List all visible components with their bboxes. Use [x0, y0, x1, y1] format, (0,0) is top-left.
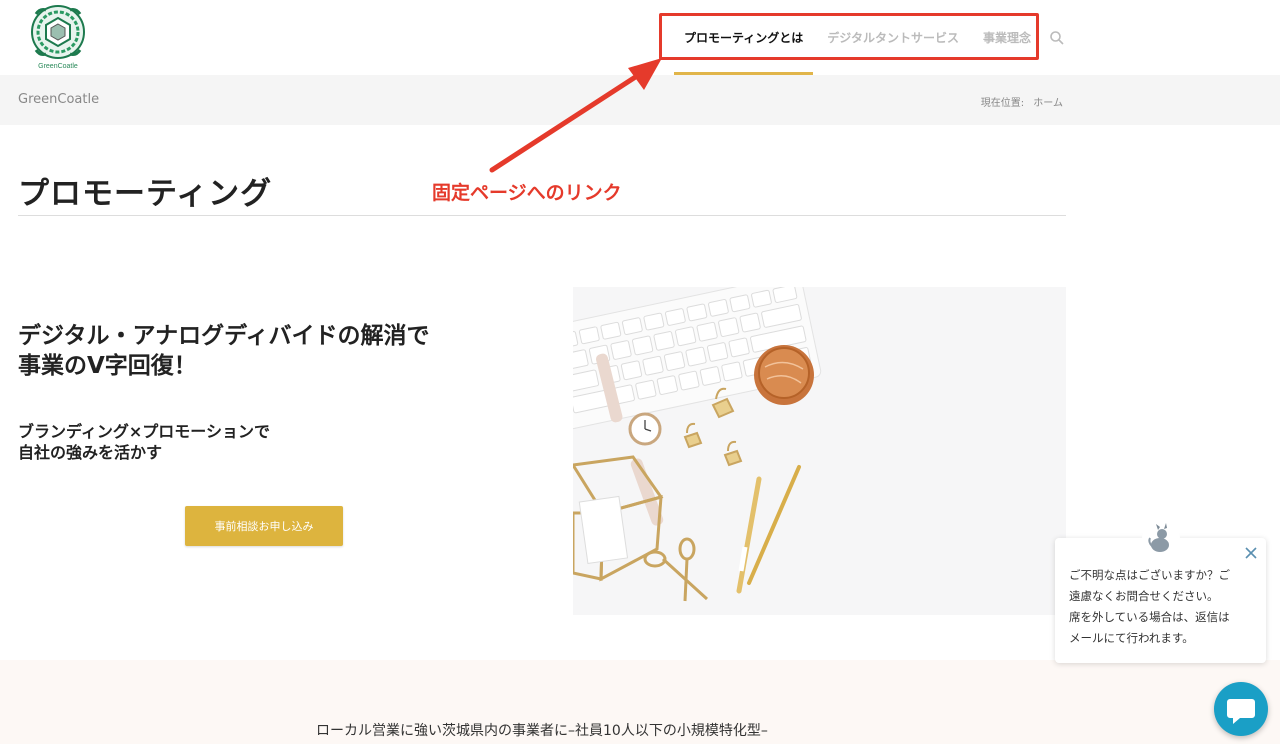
chat-message: ご不明な点はございますか？ご 遠慮なくお問合せください。 席を外している場合は、…	[1069, 565, 1254, 649]
annotation-arrow-icon	[489, 58, 662, 173]
breadcrumb: 現在位置: ホーム	[981, 94, 1063, 109]
logo-emblem-icon	[31, 5, 85, 59]
close-icon[interactable]	[1243, 545, 1259, 561]
page: GreenCoatle プロモーティングとは デジタルタントサービス 事業理念 …	[0, 0, 1280, 744]
hero-headline-line2: 事業のV字回復！	[18, 352, 197, 379]
chat-message-line3: 席を外している場合は、返信は	[1069, 610, 1230, 624]
chat-bubble-icon	[1227, 699, 1255, 724]
annotation-label: 固定ページへのリンク	[432, 182, 622, 204]
chat-message-line4: メールにて行われます。	[1069, 631, 1194, 645]
section-tagline: ローカル営業に強い茨城県内の事業者に–社員10人以下の小規模特化型–	[316, 723, 768, 739]
hero-subheadline: ブランディング×プロモーションで 自社の強みを活かす	[18, 422, 538, 464]
title-divider	[18, 215, 1066, 216]
page-title: プロモーティング	[18, 176, 273, 212]
chat-message-line1: ご不明な点はございますか？ご	[1069, 568, 1230, 582]
annotation-highlight-box	[659, 13, 1039, 60]
logo-text: GreenCoatle	[38, 63, 78, 70]
chat-message-line2: 遠慮なくお問合せください。	[1069, 589, 1219, 603]
hero-sub-line2: 自社の強みを活かす	[18, 442, 163, 462]
desk-photo-illustration	[573, 287, 1066, 615]
hero-image	[573, 287, 1066, 615]
chat-open-button[interactable]	[1214, 682, 1268, 736]
hero-headline-line1: デジタル・アナログディバイドの解消で	[18, 323, 430, 349]
mascot-icon	[1148, 523, 1169, 552]
site-logo[interactable]: GreenCoatle	[26, 2, 90, 72]
chat-avatar	[1142, 520, 1180, 558]
site-name: GreenCoatle	[18, 92, 100, 107]
consultation-button[interactable]: 事前相談お申し込み	[185, 506, 343, 546]
hero-headline: デジタル・アナログディバイドの解消で 事業のV字回復！	[18, 322, 538, 382]
hero-sub-line1: ブランディング×プロモーションで	[18, 422, 270, 441]
breadcrumb-home-link[interactable]: ホーム	[1033, 98, 1063, 109]
search-icon[interactable]	[1049, 30, 1065, 46]
breadcrumb-location-label: 現在位置:	[980, 98, 1025, 109]
